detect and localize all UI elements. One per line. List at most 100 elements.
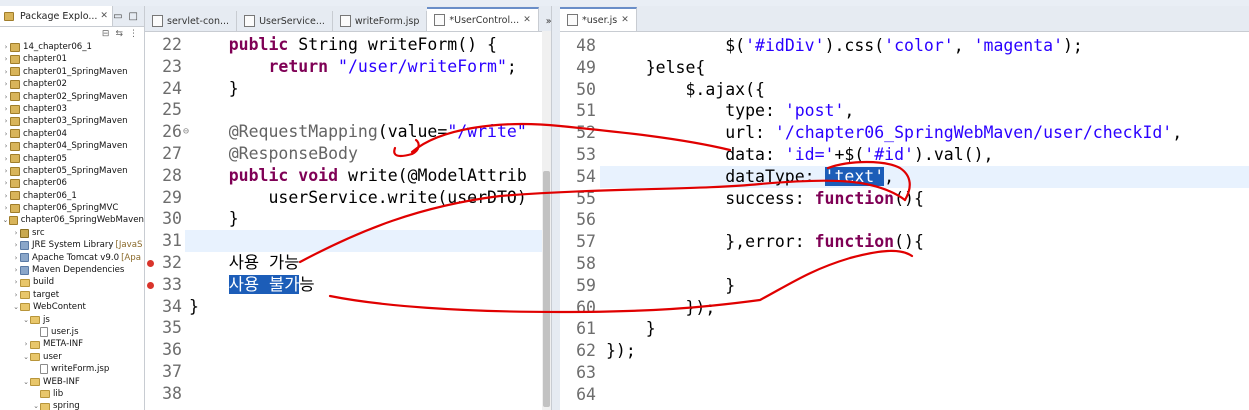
tree-item[interactable]: user.js — [0, 326, 144, 338]
tree-item[interactable]: › target — [0, 289, 144, 301]
tree-item[interactable]: › chapter06 — [0, 177, 144, 189]
minimize-icon[interactable]: ▭ — [113, 11, 122, 22]
chevron-right-icon[interactable]: › — [2, 41, 10, 53]
close-icon[interactable]: ✕ — [100, 11, 108, 21]
code-line[interactable]: 58 — [560, 253, 1249, 275]
code-line[interactable]: 60 }); — [560, 297, 1249, 319]
tree-item[interactable]: › Apache Tomcat v9.0 [Apa — [0, 252, 144, 264]
chevron-right-icon[interactable]: › — [12, 289, 20, 301]
expand-down-icon[interactable]: ⌄ — [2, 214, 9, 226]
code-line[interactable]: 52 url: '/chapter06_SpringWebMaven/user/… — [560, 122, 1249, 144]
tree-item[interactable]: › src — [0, 227, 144, 239]
chevron-right-icon[interactable]: › — [12, 264, 20, 276]
tree-item[interactable]: › META-INF — [0, 338, 144, 350]
chevron-right-icon[interactable]: › — [2, 190, 10, 202]
code-line[interactable]: 54 dataType: 'text', — [560, 166, 1249, 188]
code-line[interactable]: 29 userService.write(userDTO) — [145, 187, 551, 209]
error-marker-icon[interactable] — [147, 260, 154, 267]
code-line[interactable]: 56 — [560, 209, 1249, 231]
code-line[interactable]: 24 } — [145, 78, 551, 100]
code-line[interactable]: 32 사용 가능 — [145, 252, 551, 274]
tree-item[interactable]: ⌄ js — [0, 314, 144, 326]
expand-down-icon[interactable]: ⌄ — [22, 314, 30, 326]
close-icon[interactable]: ✕ — [621, 15, 629, 25]
code-line[interactable]: 28 public void write(@ModelAttrib — [145, 165, 551, 187]
expand-down-icon[interactable]: ⌄ — [32, 400, 40, 410]
code-line[interactable]: 23 return "/user/writeForm"; — [145, 56, 551, 78]
editor-tab[interactable]: *UserControl... ✕ — [427, 7, 539, 31]
tree-item[interactable]: › chapter06_1 — [0, 190, 144, 202]
code-line[interactable]: 34} — [145, 296, 551, 318]
code-line[interactable]: 61 } — [560, 318, 1249, 340]
code-line[interactable]: 62}); — [560, 340, 1249, 362]
chevron-right-icon[interactable]: › — [2, 128, 10, 140]
tree-item[interactable]: ⌄ WEB-INF — [0, 376, 144, 388]
chevron-right-icon[interactable]: › — [12, 239, 20, 251]
tree-item[interactable]: › chapter02_SpringMaven — [0, 91, 144, 103]
scrollbar-thumb[interactable] — [543, 171, 550, 407]
code-line[interactable]: 25 — [145, 99, 551, 121]
tree-item[interactable]: › chapter01 — [0, 53, 144, 65]
chevron-right-icon[interactable]: › — [2, 78, 10, 90]
chevron-right-icon[interactable]: › — [12, 227, 20, 239]
tree-item[interactable]: › chapter06_SpringMVC — [0, 202, 144, 214]
chevron-right-icon[interactable]: › — [12, 276, 20, 288]
code-line[interactable]: 31 — [145, 230, 551, 252]
editor-tab[interactable]: servlet-con... — [145, 11, 238, 31]
code-line[interactable]: 59 } — [560, 275, 1249, 297]
close-icon[interactable]: ✕ — [523, 15, 531, 25]
chevron-right-icon[interactable]: › — [2, 140, 10, 152]
error-marker-icon[interactable] — [147, 281, 154, 289]
tree-item[interactable]: › chapter04_SpringMaven — [0, 140, 144, 152]
code-line[interactable]: 51 type: 'post', — [560, 100, 1249, 122]
link-with-editor-icon[interactable]: ⇆ — [115, 29, 123, 39]
vertical-scrollbar[interactable] — [542, 31, 551, 410]
expand-down-icon[interactable]: ⌄ — [22, 376, 30, 388]
expand-down-icon[interactable]: ⌄ — [12, 301, 20, 313]
code-line[interactable]: 55 success: function(){ — [560, 188, 1249, 210]
tree-item[interactable]: lib — [0, 388, 144, 400]
editor-tab[interactable]: *user.js ✕ — [560, 7, 637, 31]
chevron-right-icon[interactable]: › — [2, 115, 10, 127]
tree-item[interactable]: › chapter03_SpringMaven — [0, 115, 144, 127]
collapse-all-icon[interactable]: ⊟ — [102, 29, 110, 39]
editor-tab[interactable]: writeForm.jsp — [333, 11, 428, 31]
code-line[interactable]: 49 }else{ — [560, 57, 1249, 79]
code-line[interactable]: 35 — [145, 317, 551, 339]
code-line[interactable]: 63 — [560, 362, 1249, 384]
code-line[interactable]: 30 } — [145, 208, 551, 230]
chevron-right-icon[interactable]: › — [12, 252, 20, 264]
chevron-right-icon[interactable]: › — [2, 202, 10, 214]
expand-down-icon[interactable]: ⌄ — [22, 351, 30, 363]
chevron-right-icon[interactable]: › — [22, 338, 30, 350]
tree-item[interactable]: ⌄ user — [0, 351, 144, 363]
tree-item[interactable]: ⌄ WebContent — [0, 301, 144, 313]
tree-item[interactable]: ⌄ spring — [0, 400, 144, 410]
code-line[interactable]: 26 ⊖ @RequestMapping(value="/write" — [145, 121, 551, 143]
tree-item[interactable]: › chapter05_SpringMaven — [0, 165, 144, 177]
chevron-right-icon[interactable]: › — [2, 165, 10, 177]
chevron-right-icon[interactable]: › — [2, 91, 10, 103]
code-line[interactable]: 57 },error: function(){ — [560, 231, 1249, 253]
code-line[interactable]: 37 — [145, 361, 551, 383]
view-menu-icon[interactable]: ⋮ — [129, 29, 138, 39]
tree-item[interactable]: writeForm.jsp — [0, 363, 144, 375]
chevron-right-icon[interactable]: › — [2, 177, 10, 189]
code-line[interactable]: 50 $.ajax({ — [560, 79, 1249, 101]
editor-tab[interactable]: » — [539, 11, 551, 31]
chevron-right-icon[interactable]: › — [2, 53, 10, 65]
code-line[interactable]: 33 사용 불가능 — [145, 274, 551, 296]
code-line[interactable]: 27 @ResponseBody — [145, 143, 551, 165]
tree-item[interactable]: › JRE System Library [JavaS — [0, 239, 144, 251]
code-line[interactable]: 48 $('#idDiv').css('color', 'magenta'); — [560, 35, 1249, 57]
tree-item[interactable]: › chapter01_SpringMaven — [0, 66, 144, 78]
tree-item[interactable]: › chapter05 — [0, 153, 144, 165]
tree-item[interactable]: › Maven Dependencies — [0, 264, 144, 276]
maximize-icon[interactable]: □ — [129, 11, 138, 22]
tree-item[interactable]: › 14_chapter06_1 — [0, 41, 144, 53]
tree-item[interactable]: › chapter02 — [0, 78, 144, 90]
tree-item[interactable]: › chapter04 — [0, 128, 144, 140]
code-line[interactable]: 53 data: 'id='+$('#id').val(), — [560, 144, 1249, 166]
tree-item[interactable]: ⌄ chapter06_SpringWebMaven — [0, 214, 144, 226]
package-explorer-tab[interactable]: Package Explo... ✕ — [0, 6, 113, 26]
